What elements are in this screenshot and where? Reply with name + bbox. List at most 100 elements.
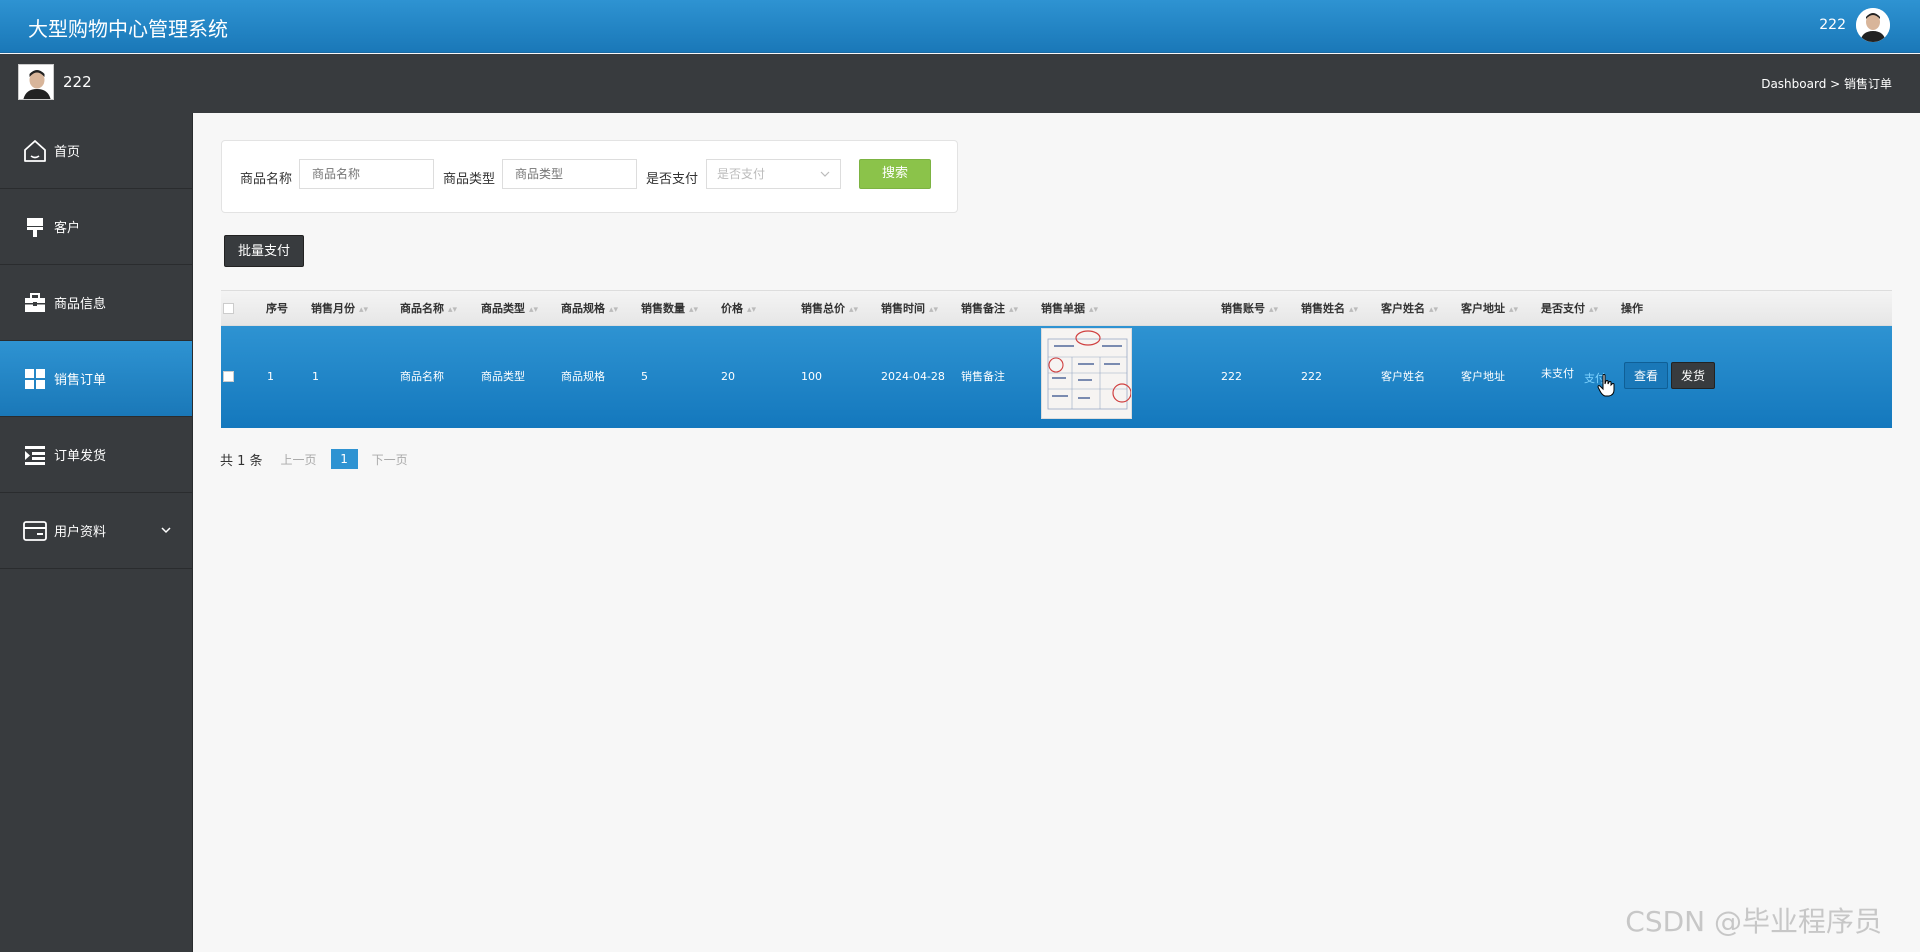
cell-total: 100 (801, 370, 822, 383)
hand-cursor-icon (1597, 373, 1615, 401)
sort-icon: ▴▾ (609, 305, 619, 315)
user-name: 222 (63, 73, 92, 91)
sort-icon: ▴▾ (1509, 305, 1519, 315)
cell-customer: 客户姓名 (1381, 370, 1425, 383)
column-header[interactable]: 商品类型 ▴▾ (481, 291, 538, 327)
table-row[interactable]: 1 1 商品名称 商品类型 商品规格 5 20 100 2024-04-28 销… (221, 326, 1892, 428)
sidebar-item-user-profile[interactable]: 用户资料 (0, 493, 192, 569)
indent-list-icon (22, 442, 48, 468)
row-checkbox[interactable] (223, 371, 234, 382)
grid-icon (22, 366, 48, 392)
sort-icon: ▴▾ (929, 305, 939, 315)
column-header[interactable]: 销售时间 ▴▾ (881, 291, 938, 327)
select-all-checkbox[interactable] (223, 303, 234, 314)
search-button[interactable]: 搜索 (859, 159, 931, 189)
cell-product-name: 商品名称 (400, 370, 444, 383)
cell-address: 客户地址 (1461, 370, 1505, 383)
column-header: 序号 (266, 302, 288, 315)
column-header: 操作 (1621, 302, 1643, 315)
sidebar-item-label: 客户 (54, 221, 81, 236)
sidebar-item-label: 订单发货 (54, 449, 107, 464)
user-bar: 222 Dashboard > 销售订单 (0, 54, 1920, 113)
sort-icon: ▴▾ (1009, 305, 1019, 315)
sort-icon: ▴▾ (529, 305, 539, 315)
card-icon (22, 518, 48, 544)
sidebar-item-sales-orders[interactable]: 销售订单 (0, 341, 192, 417)
product-type-input[interactable] (502, 159, 637, 189)
search-panel: 商品名称 商品类型 是否支付 是否支付 搜索 (221, 140, 958, 213)
briefcase-icon (22, 290, 48, 316)
column-header[interactable]: 客户地址 ▴▾ (1461, 291, 1518, 327)
column-header[interactable]: 销售账号 ▴▾ (1221, 291, 1278, 327)
column-header[interactable]: 销售月份 ▴▾ (311, 291, 368, 327)
cell-account: 222 (1221, 370, 1242, 383)
chevron-down-icon[interactable] (160, 524, 172, 540)
app-title: 大型购物中心管理系统 (28, 17, 228, 41)
column-header[interactable]: 商品名称 ▴▾ (400, 291, 457, 327)
sort-icon: ▴▾ (1349, 305, 1359, 315)
paint-brush-icon (22, 214, 48, 240)
user-avatar[interactable] (18, 64, 54, 100)
cell-quantity: 5 (641, 370, 648, 383)
sort-icon: ▴▾ (1589, 305, 1599, 315)
column-header[interactable]: 销售单据 ▴▾ (1041, 291, 1098, 327)
sidebar-item-products[interactable]: 商品信息 (0, 265, 192, 341)
cell-price: 20 (721, 370, 735, 383)
column-header[interactable]: 价格 ▴▾ (721, 291, 756, 327)
sidebar-item-customer[interactable]: 客户 (0, 189, 192, 265)
watermark: CSDN @毕业程序员 (1625, 905, 1882, 938)
sort-icon: ▴▾ (448, 305, 458, 315)
cell-seller: 222 (1301, 370, 1322, 383)
sort-icon: ▴▾ (1429, 305, 1439, 315)
column-header[interactable]: 是否支付 ▴▾ (1541, 291, 1598, 327)
top-avatar[interactable] (1856, 8, 1890, 42)
sort-icon: ▴▾ (359, 305, 369, 315)
sidebar-item-home[interactable]: 首页 (0, 113, 192, 189)
sort-icon: ▴▾ (689, 305, 699, 315)
sidebar-item-label: 销售订单 (54, 373, 107, 388)
sidebar: 首页 客户 商品信息 销售订单 订单发货 用户资料 (0, 113, 193, 952)
cell-remark: 销售备注 (961, 370, 1005, 383)
pager-next[interactable]: 下一页 (372, 451, 408, 468)
top-user-name[interactable]: 222 (1819, 17, 1846, 33)
column-header[interactable]: 销售总价 ▴▾ (801, 291, 858, 327)
breadcrumb[interactable]: Dashboard > 销售订单 (1761, 75, 1892, 92)
pager-total: 共 1 条 (220, 453, 263, 469)
sidebar-item-label: 用户资料 (54, 525, 107, 540)
sort-icon: ▴▾ (1269, 305, 1279, 315)
top-header: 大型购物中心管理系统 222 (0, 0, 1920, 53)
pager-prev[interactable]: 上一页 (281, 451, 317, 468)
home-icon (22, 138, 48, 164)
paid-status-select[interactable]: 是否支付 (706, 159, 841, 189)
sort-icon: ▴▾ (1089, 305, 1099, 315)
view-button[interactable]: 查看 (1624, 362, 1668, 389)
column-header[interactable]: 销售数量 ▴▾ (641, 291, 698, 327)
cell-product-type: 商品类型 (481, 370, 525, 383)
sidebar-item-shipping[interactable]: 订单发货 (0, 417, 192, 493)
column-header[interactable]: 销售备注 ▴▾ (961, 291, 1018, 327)
product-type-label: 商品类型 (443, 172, 496, 187)
cell-month: 1 (312, 370, 319, 383)
column-header[interactable]: 客户姓名 ▴▾ (1381, 291, 1438, 327)
product-name-input[interactable] (299, 159, 434, 189)
product-name-label: 商品名称 (240, 172, 293, 187)
sidebar-item-label: 商品信息 (54, 297, 107, 312)
pagination: 共 1 条 上一页 1 下一页 (220, 449, 408, 469)
top-user-menu[interactable]: 222 (1819, 8, 1890, 42)
chevron-down-icon (820, 160, 830, 198)
paid-status-select-value: 是否支付 (717, 167, 766, 181)
cell-time: 2024-04-28 (881, 370, 945, 383)
column-header[interactable]: 销售姓名 ▴▾ (1301, 291, 1358, 327)
sort-icon: ▴▾ (747, 305, 757, 315)
cell-index: 1 (267, 370, 274, 383)
pager-current-page[interactable]: 1 (330, 449, 358, 469)
ship-button[interactable]: 发货 (1671, 362, 1715, 389)
column-header[interactable]: 商品规格 ▴▾ (561, 291, 618, 327)
batch-pay-button[interactable]: 批量支付 (224, 235, 304, 267)
cell-paid-status: 未支付 (1541, 367, 1574, 380)
receipt-thumbnail[interactable] (1041, 328, 1132, 419)
cell-product-spec: 商品规格 (561, 370, 605, 383)
table-header: 序号 销售月份 ▴▾ 商品名称 ▴▾ 商品类型 ▴▾ 商品规格 ▴▾ 销售数量 ▴▾ 价格… (221, 290, 1892, 326)
paid-status-label: 是否支付 (646, 172, 699, 187)
sort-icon: ▴▾ (849, 305, 859, 315)
